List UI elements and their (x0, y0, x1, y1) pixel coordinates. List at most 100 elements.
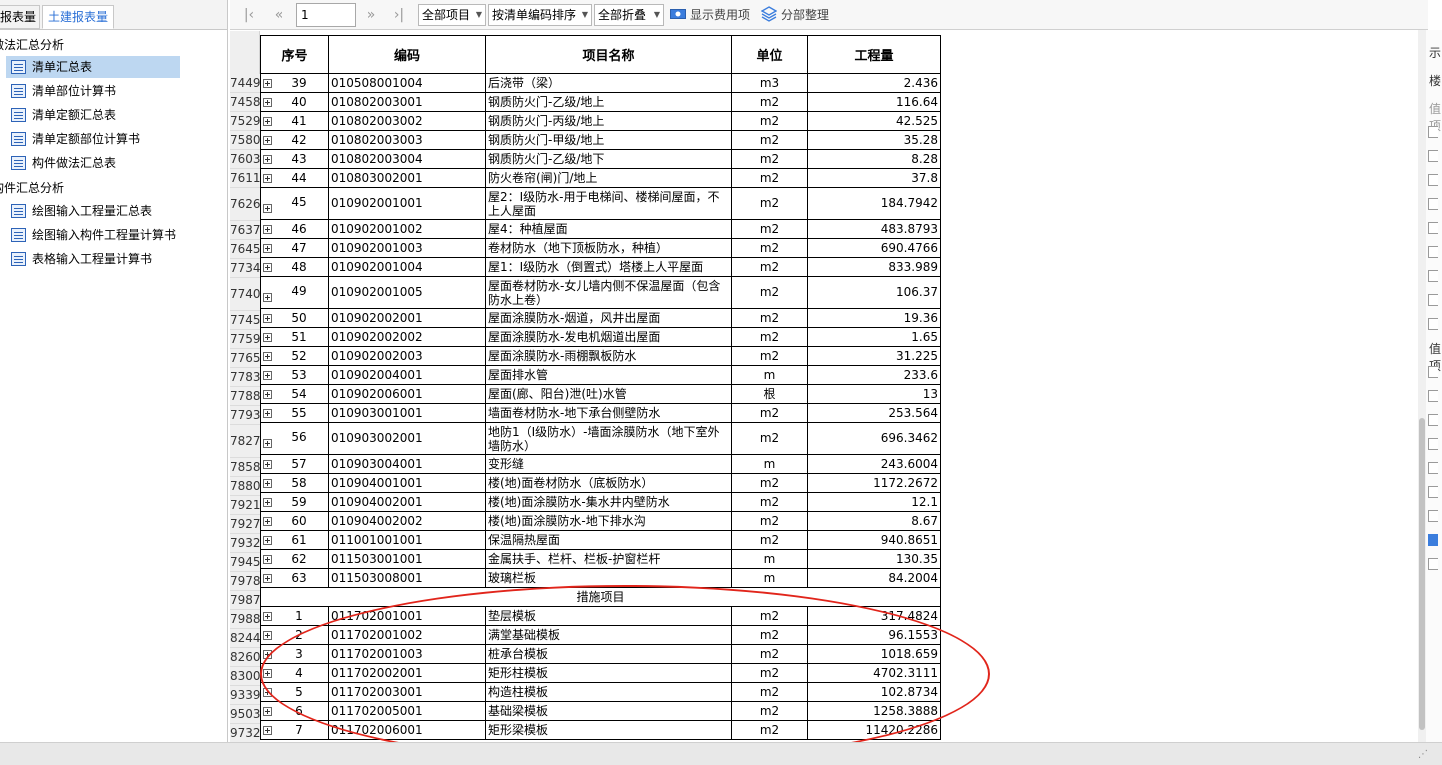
row-number[interactable]: 7932 (230, 534, 261, 553)
row-number[interactable]: 7759 (230, 330, 261, 349)
cell-no[interactable]: 58 (260, 473, 329, 493)
cell-no[interactable]: 41 (260, 111, 329, 131)
cell-name[interactable]: 矩形梁模板 (485, 720, 732, 740)
cell-quantity[interactable]: 106.37 (807, 276, 941, 309)
expand-plus-icon[interactable] (263, 78, 272, 88)
expand-plus-icon[interactable] (263, 573, 272, 583)
cell-no[interactable]: 54 (260, 384, 329, 404)
table-row[interactable]: 47 010902001003 卷材防水（地下顶板防水，种植） m2 690.4766 (260, 238, 941, 258)
cell-no[interactable]: 50 (260, 308, 329, 328)
table-row[interactable]: 63 011503008001 玻璃栏板 m 84.2004 (260, 568, 941, 588)
row-number[interactable]: 7858 (230, 458, 261, 477)
cell-quantity[interactable]: 2.436 (807, 73, 941, 93)
row-number[interactable]: 7793 (230, 406, 261, 425)
cell-no[interactable]: 3 (260, 644, 329, 664)
row-number[interactable]: 7745 (230, 311, 261, 330)
cell-quantity[interactable]: 13 (807, 384, 941, 404)
cell-no[interactable]: 44 (260, 168, 329, 188)
cell-code[interactable]: 010902001002 (328, 219, 486, 239)
expand-plus-icon[interactable] (263, 224, 272, 234)
cell-name[interactable]: 钢质防火门-丙级/地上 (485, 111, 732, 131)
expand-plus-icon[interactable] (263, 630, 272, 640)
table-row[interactable]: 2 011702001002 满堂基础模板 m2 96.1553 (260, 625, 941, 645)
option-checkbox[interactable] (1428, 390, 1438, 402)
expand-plus-icon[interactable] (263, 649, 272, 659)
expand-plus-icon[interactable] (263, 135, 272, 145)
cell-quantity[interactable]: 696.3462 (807, 422, 941, 455)
expand-plus-icon[interactable] (263, 439, 272, 448)
cell-quantity[interactable]: 8.28 (807, 149, 941, 169)
row-number[interactable]: 7927 (230, 515, 261, 534)
cell-name[interactable]: 地防1（Ⅰ级防水）-墙面涂膜防水（地下室外墙防水） (485, 422, 732, 455)
cell-code[interactable]: 010902001001 (328, 187, 486, 220)
tree-group-component-summary[interactable]: 构件汇总分析 (0, 178, 64, 198)
cell-unit[interactable]: m2 (731, 168, 808, 188)
table-row[interactable]: 4 011702002001 矩形柱模板 m2 4702.3111 (260, 663, 941, 683)
cell-code[interactable]: 010802003004 (328, 149, 486, 169)
expand-plus-icon[interactable] (263, 668, 272, 678)
section-sort-button[interactable]: 分部整理 (781, 3, 829, 27)
cell-code[interactable]: 010802003003 (328, 130, 486, 150)
cell-code[interactable]: 011702005001 (328, 701, 486, 721)
table-row[interactable]: 48 010902001004 屋1：Ⅰ级防水（倒置式）塔楼上人平屋面 m2 833.9… (260, 257, 941, 277)
expand-plus-icon[interactable] (263, 293, 272, 302)
cell-quantity[interactable]: 12.1 (807, 492, 941, 512)
table-row[interactable]: 6 011702005001 基础梁模板 m2 1258.3888 (260, 701, 941, 721)
page-number-input[interactable]: 1 (296, 3, 356, 27)
row-number[interactable]: 7987 (230, 591, 261, 610)
cell-code[interactable]: 011702001001 (328, 606, 486, 626)
cell-code[interactable]: 010508001004 (328, 73, 486, 93)
cell-name[interactable]: 卷材防水（地下顶板防水，种植） (485, 238, 732, 258)
table-row[interactable]: 61 011001001001 保温隔热屋面 m2 940.8651 (260, 530, 941, 550)
expand-plus-icon[interactable] (263, 370, 272, 380)
table-row[interactable]: 40 010802003001 钢质防火门-乙级/地上 m2 116.64 (260, 92, 941, 112)
cell-code[interactable]: 010902006001 (328, 384, 486, 404)
row-number[interactable]: 7827 (230, 425, 261, 458)
cell-quantity[interactable]: 483.8793 (807, 219, 941, 239)
cell-code[interactable]: 011702001003 (328, 644, 486, 664)
scrollbar-thumb[interactable] (1419, 418, 1425, 730)
cell-unit[interactable]: m (731, 365, 808, 385)
table-row[interactable]: 45 010902001001 屋2：Ⅰ级防水-用于电梯间、楼梯间屋面，不上人屋面 m… (260, 187, 941, 220)
cell-code[interactable]: 010902001005 (328, 276, 486, 309)
row-number[interactable]: 8244 (230, 629, 261, 648)
cell-code[interactable]: 011702001002 (328, 625, 486, 645)
cell-unit[interactable]: m (731, 568, 808, 588)
table-row[interactable]: 51 010902002002 屋面涂膜防水-发电机烟道出屋面 m2 1.65 (260, 327, 941, 347)
cell-quantity[interactable]: 690.4766 (807, 238, 941, 258)
cell-unit[interactable]: m2 (731, 219, 808, 239)
prev-page-icon[interactable]: « (268, 5, 290, 25)
table-row[interactable]: 60 010904002002 楼(地)面涂膜防水-地下排水沟 m2 8.67 (260, 511, 941, 531)
expand-plus-icon[interactable] (263, 535, 272, 545)
cell-unit[interactable]: 根 (731, 384, 808, 404)
cell-unit[interactable]: m2 (731, 92, 808, 112)
tree-item-drawing-component-calc[interactable]: 绘图输入构件工程量计算书 (6, 224, 180, 246)
tree-item-drawing-quantity-summary[interactable]: 绘图输入工程量汇总表 (6, 200, 180, 222)
cell-quantity[interactable]: 317.4824 (807, 606, 941, 626)
table-row[interactable]: 5 011702003001 构造柱模板 m2 102.8734 (260, 682, 941, 702)
col-header-code[interactable]: 编码 (328, 35, 486, 74)
row-number[interactable]: 7611 (230, 169, 261, 188)
cell-unit[interactable]: m2 (731, 644, 808, 664)
tree-item-bill-quota-summary[interactable]: 清单定额汇总表 (6, 104, 180, 126)
row-number[interactable]: 8300 (230, 667, 261, 686)
expand-plus-icon[interactable] (263, 611, 272, 621)
expand-plus-icon[interactable] (263, 262, 272, 272)
row-number[interactable]: 7783 (230, 368, 261, 387)
table-row[interactable]: 44 010803002001 防火卷帘(闸)门/地上 m2 37.8 (260, 168, 941, 188)
cell-code[interactable]: 010904002002 (328, 511, 486, 531)
cell-quantity[interactable]: 243.6004 (807, 454, 941, 474)
cell-name[interactable]: 玻璃栏板 (485, 568, 732, 588)
cell-no[interactable]: 7 (260, 720, 329, 740)
resize-grip-icon[interactable]: ⋰ (1418, 749, 1428, 760)
cell-name[interactable]: 屋面排水管 (485, 365, 732, 385)
table-row[interactable]: 3 011702001003 桩承台模板 m2 1018.659 (260, 644, 941, 664)
expand-plus-icon[interactable] (263, 332, 272, 342)
table-row[interactable]: 53 010902004001 屋面排水管 m 233.6 (260, 365, 941, 385)
cell-name[interactable]: 屋4：种植屋面 (485, 219, 732, 239)
cell-no[interactable]: 55 (260, 403, 329, 423)
row-number[interactable]: 7988 (230, 610, 261, 629)
cell-code[interactable]: 010903001001 (328, 403, 486, 423)
row-number[interactable]: 9503 (230, 705, 261, 724)
cell-unit[interactable]: m2 (731, 473, 808, 493)
